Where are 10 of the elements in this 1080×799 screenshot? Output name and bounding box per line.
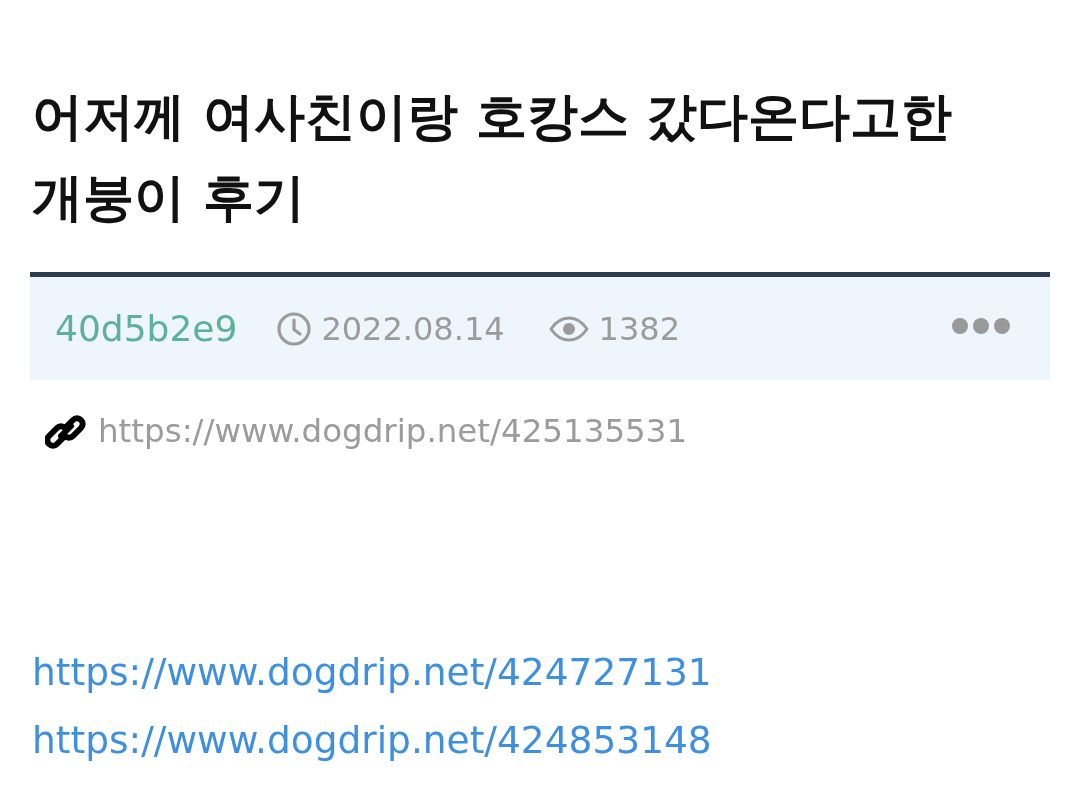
post-date: 2022.08.14: [321, 309, 505, 348]
clock-icon: [277, 311, 312, 346]
author-name[interactable]: 40d5b2e9: [55, 308, 238, 349]
post-link[interactable]: https://www.dogdrip.net/424727131: [30, 638, 712, 706]
more-options-icon[interactable]: [952, 317, 1010, 334]
post-title: 어저께 여사친이랑 호캉스 갔다온다고한 개붕이 후기: [31, 86, 954, 229]
post-link[interactable]: https://www.dogdrip.net/424853148: [30, 706, 712, 774]
eye-icon: [548, 315, 589, 342]
permalink-link[interactable]: https://www.dogdrip.net/425135531: [98, 412, 688, 450]
view-count: 1382: [598, 309, 681, 348]
